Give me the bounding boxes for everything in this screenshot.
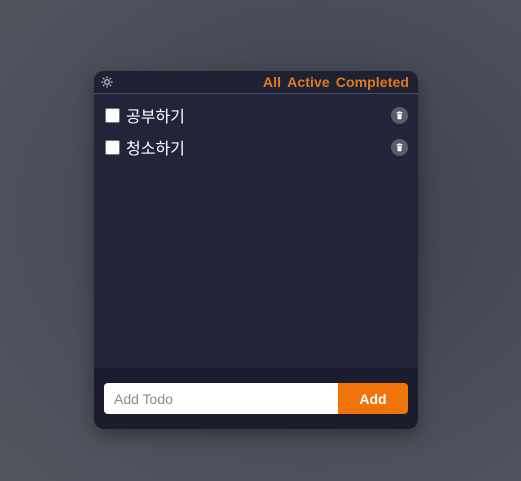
todo-app: All Active Completed 공부하기 청소하기 Add Todo …	[94, 71, 418, 429]
todo-text: 공부하기	[126, 107, 185, 126]
filter-active[interactable]: Active	[287, 74, 330, 90]
filter-completed[interactable]: Completed	[336, 74, 409, 90]
delete-todo-button[interactable]	[391, 138, 408, 156]
add-todo-footer: Add	[94, 368, 418, 429]
add-todo-input[interactable]	[104, 383, 338, 414]
filter-bar: All Active Completed	[263, 74, 409, 90]
theme-toggle-button[interactable]	[100, 75, 114, 89]
todo-text: 청소하기	[126, 139, 185, 158]
trash-icon	[396, 142, 403, 151]
todo-list: 공부하기 청소하기	[94, 94, 418, 368]
filter-all[interactable]: All	[263, 74, 281, 90]
todo-checkbox[interactable]	[105, 107, 120, 123]
trash-icon	[396, 110, 403, 119]
todo-checkbox[interactable]	[105, 139, 120, 155]
add-button[interactable]: Add	[338, 383, 408, 414]
todo-item: 공부하기	[94, 99, 418, 131]
add-todo-form: Add	[104, 383, 408, 414]
sun-icon	[101, 76, 113, 88]
todo-item: 청소하기	[94, 131, 418, 163]
app-header: All Active Completed	[94, 71, 418, 94]
delete-todo-button[interactable]	[391, 106, 408, 124]
